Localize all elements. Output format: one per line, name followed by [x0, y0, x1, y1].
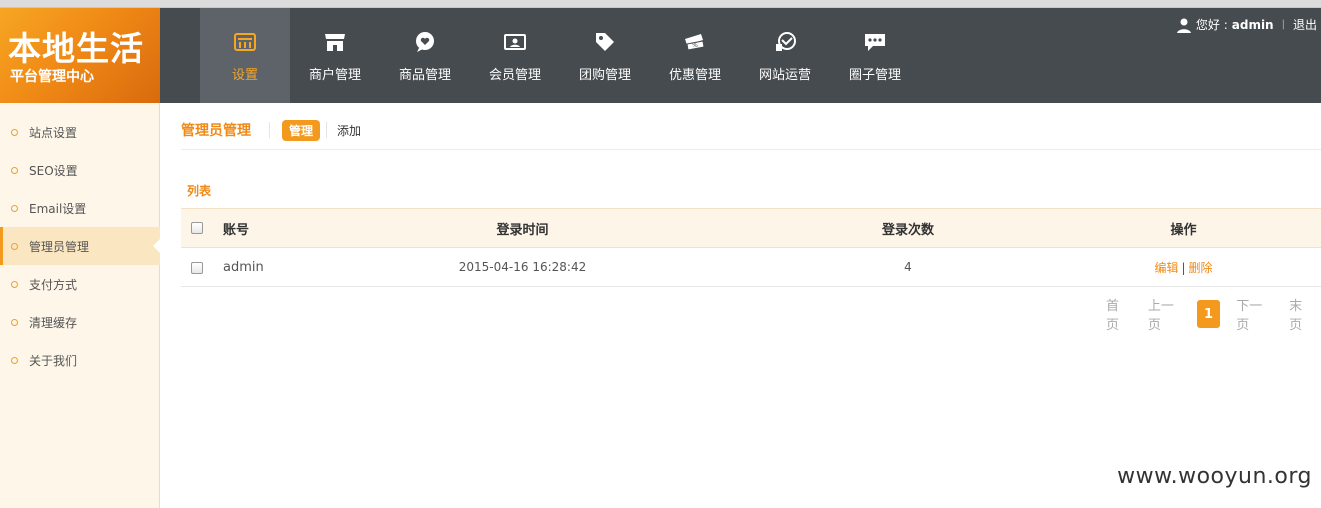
sidebar-item-about[interactable]: 关于我们: [0, 341, 160, 379]
list-label: 列表: [187, 184, 212, 198]
member-card-icon: [504, 34, 526, 50]
table-row: admin 2015-04-16 16:28:42 4 编辑 | 删除: [181, 247, 1321, 287]
svg-text:%: %: [692, 42, 698, 49]
store-icon: [325, 34, 345, 51]
nav-label: 会员管理: [488, 68, 541, 83]
nav-label: 商户管理: [308, 68, 361, 83]
bullet-icon: [11, 280, 18, 288]
bullet-icon: [11, 128, 18, 136]
pagination: 首页 上一页 1 下一页 末页: [1096, 295, 1321, 333]
bullet-icon: [11, 318, 18, 326]
sidebar-item-label: 管理员管理: [29, 239, 90, 254]
bullet-icon: [11, 166, 18, 174]
pager-next[interactable]: 下一页: [1226, 295, 1279, 333]
nav-label: 设置: [231, 68, 258, 83]
row-select-cell: [181, 247, 213, 287]
sidebar-item-label: 站点设置: [29, 125, 78, 140]
tag-icon: [596, 33, 614, 51]
select-all-cell: [181, 208, 213, 248]
col-account: 账号: [213, 208, 353, 248]
sidebar-item-payment[interactable]: 支付方式: [0, 265, 160, 303]
tab-manage[interactable]: 管理: [282, 119, 321, 141]
sidebar-item-seo[interactable]: SEO设置: [0, 151, 160, 189]
logo-title: 本地生活: [8, 29, 144, 68]
nav-item-settings[interactable]: 设置: [200, 8, 290, 103]
nav-item-operations[interactable]: 网站运营: [740, 8, 830, 103]
nav-label: 商品管理: [398, 68, 451, 83]
main-nav: 设置 商户管理 商品管理 会员管理 团购管理 % 优惠管理 网站运营 圈子管理: [200, 8, 920, 103]
pager-first[interactable]: 首页: [1096, 295, 1138, 333]
sidebar: 站点设置 SEO设置 Email设置 管理员管理 支付方式 清理缓存 关于我们: [0, 103, 161, 508]
settings-icon: [234, 33, 256, 51]
tab-add[interactable]: 添加: [337, 122, 361, 139]
sidebar-item-site-settings[interactable]: 站点设置: [0, 113, 160, 151]
nav-label: 优惠管理: [668, 68, 721, 83]
nav-item-groupbuy[interactable]: 团购管理: [560, 8, 650, 103]
logo-subtitle: 平台管理中心: [10, 69, 94, 85]
watermark: www.wooyun.org: [1117, 464, 1312, 489]
divider: [326, 122, 328, 138]
page-title: 管理员管理: [181, 123, 251, 139]
browser-top-strip: [0, 0, 1321, 8]
cell-actions: 编辑 | 删除: [1124, 247, 1321, 287]
sidebar-item-label: 清理缓存: [29, 315, 78, 330]
nav-item-products[interactable]: 商品管理: [380, 8, 470, 103]
sidebar-item-label: 支付方式: [29, 277, 78, 292]
nav-label: 团购管理: [578, 68, 631, 83]
pager-current[interactable]: 1: [1196, 300, 1221, 328]
action-separator: |: [1181, 260, 1186, 275]
col-login-count: 登录次数: [692, 208, 1124, 248]
admin-table: 账号 登录时间 登录次数 操作 admin 2015-04-16 16:28:4…: [181, 208, 1321, 287]
bullet-icon: [11, 204, 18, 212]
delete-link[interactable]: 删除: [1189, 261, 1213, 275]
select-all-checkbox[interactable]: [191, 222, 203, 234]
sidebar-item-admins[interactable]: 管理员管理: [0, 227, 161, 265]
greeting-text: 您好 :: [1195, 18, 1228, 32]
username: admin: [1231, 17, 1274, 32]
operations-icon: [776, 32, 796, 51]
sidebar-item-clear-cache[interactable]: 清理缓存: [0, 303, 160, 341]
edit-link[interactable]: 编辑: [1154, 261, 1178, 275]
cell-login-count: 4: [692, 247, 1124, 287]
bullet-icon: [11, 356, 18, 364]
col-actions: 操作: [1124, 208, 1321, 248]
user-bar: 您好 : admin | 退出: [1176, 16, 1317, 33]
divider: [269, 122, 270, 138]
nav-item-members[interactable]: 会员管理: [470, 8, 560, 103]
nav-label: 网站运营: [758, 68, 811, 83]
table-header-row: 账号 登录时间 登录次数 操作: [181, 208, 1321, 248]
site-logo[interactable]: 本地生活 平台管理中心: [0, 8, 160, 103]
chat-bubble-icon: [865, 34, 885, 51]
row-checkbox[interactable]: [191, 261, 203, 274]
header-divider: [181, 149, 1321, 150]
sidebar-item-email[interactable]: Email设置: [0, 189, 160, 227]
logout-link[interactable]: 退出: [1293, 16, 1317, 33]
nav-item-coupons[interactable]: % 优惠管理: [650, 8, 740, 103]
sidebar-item-label: 关于我们: [29, 353, 78, 368]
sidebar-item-label: SEO设置: [29, 163, 78, 178]
user-separator: |: [1281, 19, 1285, 30]
nav-item-circles[interactable]: 圈子管理: [830, 8, 920, 103]
cell-account: admin: [213, 247, 353, 287]
user-icon: [1176, 18, 1191, 33]
top-header: 本地生活 平台管理中心 设置 商户管理 商品管理 会员管理 团购管理 % 优惠管…: [0, 8, 1321, 103]
pager-last[interactable]: 末页: [1279, 295, 1321, 333]
col-login-time: 登录时间: [353, 208, 692, 248]
bullet-icon: [11, 242, 18, 250]
nav-item-merchants[interactable]: 商户管理: [290, 8, 380, 103]
heart-bubble-icon: [416, 32, 434, 52]
sidebar-item-label: Email设置: [29, 201, 87, 216]
page-header: 管理员管理 管理 添加: [181, 119, 361, 141]
nav-label: 圈子管理: [848, 68, 901, 83]
pager-prev[interactable]: 上一页: [1138, 295, 1191, 333]
coupon-icon: %: [685, 34, 705, 51]
cell-login-time: 2015-04-16 16:28:42: [353, 247, 692, 287]
